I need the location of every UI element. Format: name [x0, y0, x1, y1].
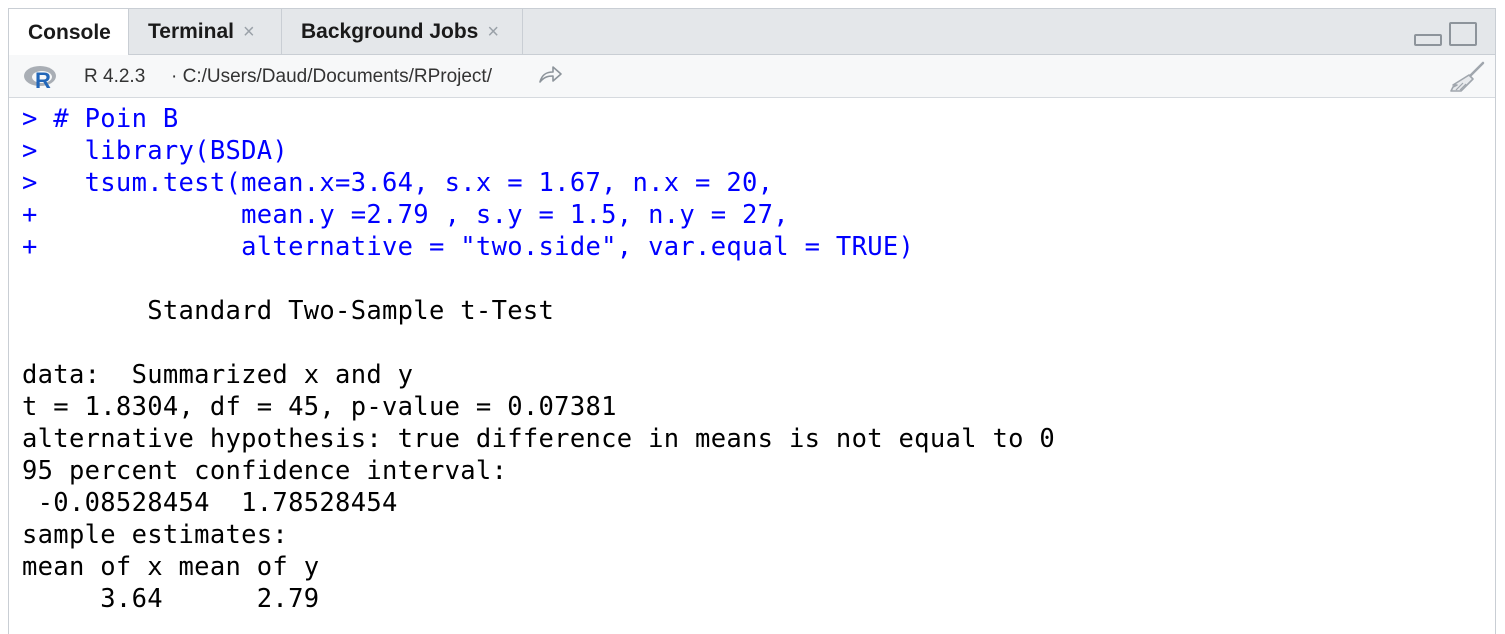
tab-terminal-label: Terminal	[148, 20, 234, 43]
console-output-line: mean of x mean of y	[22, 552, 320, 582]
go-to-directory-icon[interactable]	[537, 64, 563, 86]
tab-console[interactable]: Console	[9, 9, 129, 56]
broom-icon[interactable]	[1447, 61, 1485, 93]
r-logo-icon: R	[24, 66, 56, 91]
console-output-line: sample estimates:	[22, 520, 289, 550]
tab-bar: Console Terminal × Background Jobs ×	[9, 9, 1495, 56]
console-input-line: > library(BSDA)	[22, 136, 289, 166]
working-directory: · C:/Users/Daud/Documents/RProject/	[171, 66, 492, 87]
console-output-title: Standard Two-Sample t-Test	[22, 296, 555, 326]
console-output-line: 95 percent confidence interval:	[22, 456, 508, 486]
close-icon[interactable]: ×	[243, 21, 255, 44]
maximize-icon[interactable]	[1449, 22, 1477, 46]
console-pane: Console Terminal × Background Jobs × R R…	[8, 8, 1496, 634]
r-version: R 4.2.3	[84, 66, 146, 87]
tab-console-label: Console	[28, 20, 111, 44]
minimize-icon[interactable]	[1414, 34, 1442, 46]
console-input-line: + mean.y =2.79 , s.y = 1.5, n.y = 27,	[22, 200, 789, 230]
tab-background-jobs-label: Background Jobs	[301, 20, 479, 43]
console-input-line: > tsum.test(mean.x=3.64, s.x = 1.67, n.x…	[22, 168, 774, 198]
svg-text:R: R	[35, 68, 51, 91]
console-output-line: data: Summarized x and y	[22, 360, 414, 390]
console-output-line: 3.64 2.79	[22, 584, 320, 614]
console-output-line: t = 1.8304, df = 45, p-value = 0.07381	[22, 392, 617, 422]
tab-terminal[interactable]: Terminal ×	[129, 9, 282, 55]
console-info-bar: R R 4.2.3 · C:/Users/Daud/Documents/RPro…	[9, 55, 1495, 98]
console-output[interactable]: > # Poin B > library(BSDA) > tsum.test(m…	[22, 103, 1495, 634]
close-icon[interactable]: ×	[487, 21, 499, 44]
console-output-line: alternative hypothesis: true difference …	[22, 424, 1056, 454]
tab-background-jobs[interactable]: Background Jobs ×	[282, 9, 523, 55]
console-input-line: + alternative = "two.side", var.equal = …	[22, 232, 915, 262]
console-input-line: > # Poin B	[22, 104, 179, 134]
console-output-line: -0.08528454 1.78528454	[22, 488, 398, 518]
